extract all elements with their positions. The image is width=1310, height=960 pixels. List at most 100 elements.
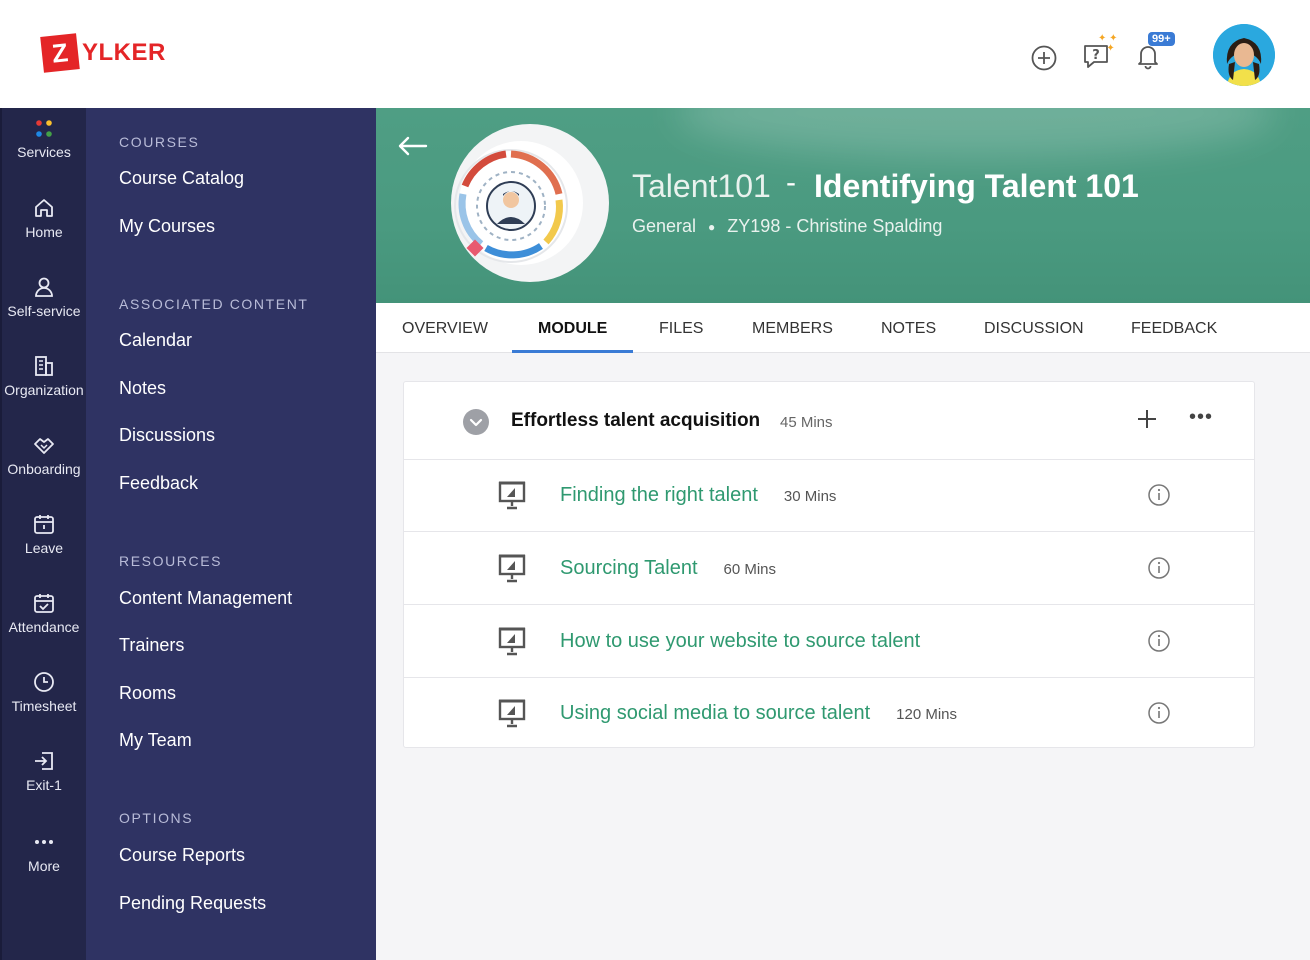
course-banner: Talent101 - Identifying Talent 101 Gener… [376, 108, 1310, 303]
more-options-icon[interactable]: ••• [1189, 406, 1213, 429]
course-code: Talent101 [632, 168, 771, 204]
sidebar-item-notes[interactable]: Notes [119, 378, 166, 399]
rail-label: Home [25, 224, 63, 240]
section-title-courses: COURSES [119, 134, 200, 150]
rail-item-attendance[interactable]: Attendance [2, 591, 86, 635]
rail-item-self-service[interactable]: Self-service [2, 275, 86, 319]
module-duration: 45 Mins [780, 414, 833, 431]
module-card: Effortless talent acquisition 45 Mins ••… [403, 381, 1255, 748]
tab-discussion[interactable]: DISCUSSION [984, 320, 1084, 338]
presentation-icon [498, 553, 526, 588]
tab-module[interactable]: MODULE [538, 320, 607, 338]
lesson-row[interactable]: Finding the right talent 30 Mins [404, 460, 1254, 532]
module-content: Effortless talent acquisition 45 Mins ••… [376, 353, 1310, 960]
user-avatar[interactable] [1213, 24, 1275, 86]
calendar-icon [34, 515, 54, 534]
rail-label: Organization [4, 382, 84, 398]
home-icon [35, 199, 53, 217]
sidebar-item-course-reports[interactable]: Course Reports [119, 845, 245, 866]
module-header[interactable]: Effortless talent acquisition 45 Mins ••… [404, 382, 1254, 460]
sidebar-item-trainers[interactable]: Trainers [119, 635, 184, 656]
lesson-duration: 30 Mins [783, 488, 837, 505]
sidebar-item-rooms[interactable]: Rooms [119, 683, 176, 704]
info-icon[interactable] [1147, 701, 1171, 730]
tab-overview[interactable]: OVERVIEW [402, 320, 488, 338]
lesson-title-link[interactable]: Sourcing Talent 60 Mins [560, 557, 776, 580]
courses-sidebar: COURSES Course Catalog My Courses ASSOCI… [86, 108, 376, 960]
rail-item-more[interactable]: More [2, 830, 86, 874]
rail-label: Exit-1 [26, 777, 62, 793]
section-title-resources: RESOURCES [119, 553, 223, 569]
rail-label: Self-service [7, 303, 81, 319]
rail-item-exit[interactable]: Exit-1 [2, 749, 86, 793]
lesson-duration: 60 Mins [723, 561, 777, 578]
tab-files[interactable]: FILES [659, 320, 703, 338]
lesson-row[interactable]: How to use your website to source talent [404, 606, 1254, 678]
rail-label: Services [17, 144, 71, 160]
lesson-title-link[interactable]: How to use your website to source talent [560, 630, 920, 653]
meta-dot: ● [708, 219, 716, 234]
tab-notes[interactable]: NOTES [881, 320, 936, 338]
info-icon[interactable] [1147, 629, 1171, 658]
lesson-title-link[interactable]: Finding the right talent 30 Mins [560, 484, 836, 507]
course-thumbnail [451, 124, 609, 282]
rail-label: More [28, 858, 60, 874]
tab-members[interactable]: MEMBERS [752, 320, 833, 338]
lesson-duration: 120 Mins [896, 706, 958, 723]
rail-label: Attendance [8, 619, 80, 635]
sidebar-item-my-courses[interactable]: My Courses [119, 216, 215, 237]
sidebar-item-discussions[interactable]: Discussions [119, 425, 215, 446]
user-icon [35, 277, 53, 297]
rail-item-onboarding[interactable]: Onboarding [2, 433, 86, 477]
rail-label: Onboarding [7, 461, 81, 477]
lesson-title[interactable]: Finding the right talent [560, 484, 758, 506]
clock-icon [34, 672, 54, 692]
rail-item-timesheet[interactable]: Timesheet [2, 670, 86, 714]
sidebar-item-course-catalog[interactable]: Course Catalog [119, 168, 244, 189]
course-category: General [632, 216, 697, 236]
logo-mark: Z [40, 33, 80, 73]
add-lesson-icon[interactable] [1136, 408, 1158, 435]
rail-label: Timesheet [11, 698, 77, 714]
sidebar-item-content-management[interactable]: Content Management [119, 588, 292, 609]
app-rail: Services Home Self-service Organization … [0, 108, 86, 960]
lesson-title[interactable]: Using social media to source talent [560, 702, 870, 724]
tab-feedback[interactable]: FEEDBACK [1131, 320, 1217, 338]
handshake-icon [34, 438, 54, 454]
zylker-logo[interactable]: Z YLKER [40, 33, 166, 73]
lesson-row[interactable]: Sourcing Talent 60 Mins [404, 533, 1254, 605]
lesson-title-link[interactable]: Using social media to source talent 120 M… [560, 702, 957, 725]
lesson-title[interactable]: Sourcing Talent [560, 557, 698, 579]
section-title-associated-content: ASSOCIATED CONTENT [119, 296, 309, 312]
info-icon[interactable] [1147, 483, 1171, 512]
back-arrow-icon[interactable] [396, 134, 428, 163]
calendar-check-icon [34, 594, 54, 613]
lesson-title[interactable]: How to use your website to source talent [560, 630, 920, 652]
section-title-options: OPTIONS [119, 810, 194, 826]
services-dots-icon [36, 120, 52, 137]
chevron-down-icon[interactable] [463, 409, 489, 435]
sidebar-item-calendar[interactable]: Calendar [119, 330, 192, 351]
info-icon[interactable] [1147, 556, 1171, 585]
course-meta: General ● ZY198 - Christine Spalding [632, 216, 942, 237]
rail-item-services[interactable]: Services [2, 118, 86, 160]
course-tabs: OVERVIEW MODULE FILES MEMBERS NOTES DISC… [376, 303, 1310, 353]
add-circle-icon[interactable] [1028, 42, 1060, 74]
more-dots-icon [35, 840, 53, 844]
logo-text: YLKER [82, 39, 166, 66]
notification-badge: 99+ [1148, 32, 1175, 46]
lesson-row[interactable]: Using social media to source talent 120 M… [404, 678, 1254, 750]
rail-label: Leave [24, 540, 64, 556]
course-title-separator: - [786, 166, 796, 199]
top-bar: Z YLKER ? ✦ ✦ ✦ 99+ [0, 0, 1310, 107]
sidebar-item-pending-requests[interactable]: Pending Requests [119, 893, 266, 914]
rail-item-organization[interactable]: Organization [2, 354, 86, 398]
sidebar-item-feedback[interactable]: Feedback [119, 473, 198, 494]
rail-item-home[interactable]: Home [2, 196, 86, 240]
presentation-icon [498, 480, 526, 515]
presentation-icon [498, 626, 526, 661]
building-icon [35, 356, 53, 376]
sidebar-item-my-team[interactable]: My Team [119, 730, 192, 751]
exit-icon [35, 752, 53, 770]
rail-item-leave[interactable]: Leave [2, 512, 86, 556]
